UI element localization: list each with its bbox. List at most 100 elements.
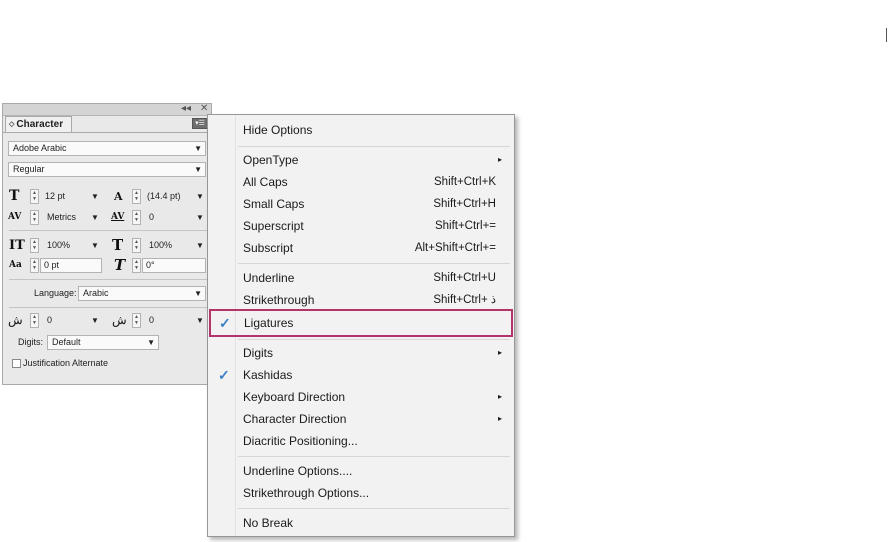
arabic-field-1[interactable]: 0 <box>47 313 52 328</box>
language-select[interactable]: Arabic ▼ <box>78 286 206 301</box>
kerning-field[interactable]: Metrics <box>47 210 76 225</box>
skew-icon: T <box>114 256 126 274</box>
kerning-stepper[interactable]: ▲ ▼ <box>30 210 39 225</box>
font-size-icon: T <box>9 188 20 204</box>
menu-item-character-direction[interactable]: Character Direction ▸ <box>208 408 514 430</box>
baseline-shift-stepper[interactable]: ▲ ▼ <box>30 258 39 273</box>
horizontal-scale-stepper[interactable]: ▲ ▼ <box>132 238 141 253</box>
divider <box>9 230 207 231</box>
skew-field[interactable]: 0° <box>142 258 206 273</box>
menu-item-all-caps[interactable]: All Caps Shift+Ctrl+K <box>208 171 514 193</box>
arabic-stepper-2[interactable]: ▲ ▼ <box>132 313 141 328</box>
chevron-down-icon[interactable]: ▼ <box>196 238 204 253</box>
divider <box>9 307 207 308</box>
justification-alternate-checkbox[interactable] <box>12 359 21 368</box>
skew-stepper[interactable]: ▲ ▼ <box>132 258 141 273</box>
font-style-select[interactable]: Regular ▼ <box>8 162 206 177</box>
panel-title-bar: ◂◂ ✕ <box>3 102 211 116</box>
leading-stepper[interactable]: ▲ ▼ <box>132 189 141 204</box>
menu-separator <box>238 508 510 509</box>
arabic-spacing-icon: ش <box>8 313 23 327</box>
menu-separator <box>238 339 510 340</box>
tab-character[interactable]: ◇ Character <box>5 116 72 133</box>
chevron-down-icon[interactable]: ▼ <box>196 210 204 225</box>
page-edge-line <box>886 28 887 42</box>
font-size-field[interactable]: 12 pt <box>45 189 65 204</box>
menu-item-subscript[interactable]: Subscript Alt+Shift+Ctrl+= <box>208 237 514 259</box>
digits-value: Default <box>52 337 81 347</box>
panel-flyout-menu: Hide Options OpenType ▸ All Caps Shift+C… <box>207 114 515 537</box>
chevron-down-icon: ▼ <box>194 144 202 153</box>
menu-shortcut: Shift+Ctrl+K <box>434 176 496 188</box>
divider <box>9 279 207 280</box>
arabic-kashida-icon: ش <box>112 313 127 327</box>
menu-item-underline-options[interactable]: Underline Options.... <box>208 460 514 482</box>
menu-item-keyboard-direction[interactable]: Keyboard Direction ▸ <box>208 386 514 408</box>
checkmark-icon: ✓ <box>218 367 230 383</box>
chevron-down-icon[interactable]: ▼ <box>91 189 99 204</box>
leading-field[interactable]: (14.4 pt) <box>147 189 181 204</box>
chevron-down-icon: ▼ <box>147 338 155 347</box>
digits-select[interactable]: Default ▼ <box>47 335 159 350</box>
baseline-shift-icon: Aa <box>9 260 22 270</box>
submenu-arrow-icon: ▸ <box>497 155 502 164</box>
menu-item-strikethrough-options[interactable]: Strikethrough Options... <box>208 482 514 504</box>
font-family-value: Adobe Arabic <box>13 143 67 153</box>
chevron-down-icon: ▼ <box>194 289 202 298</box>
menu-item-superscript[interactable]: Superscript Shift+Ctrl+= <box>208 215 514 237</box>
chevron-down-icon[interactable]: ▼ <box>196 313 204 328</box>
submenu-arrow-icon: ▸ <box>497 392 502 401</box>
menu-item-diacritic-positioning[interactable]: Diacritic Positioning... <box>208 430 514 452</box>
chevron-down-icon[interactable]: ▼ <box>91 238 99 253</box>
menu-item-underline[interactable]: Underline Shift+Ctrl+U <box>208 267 514 289</box>
vertical-scale-field[interactable]: 100% <box>47 238 70 253</box>
menu-shortcut: Alt+Shift+Ctrl+= <box>414 242 496 254</box>
tracking-icon: AV <box>111 212 125 222</box>
checkmark-icon: ✓ <box>219 315 231 331</box>
vertical-scale-icon: IT <box>9 238 25 253</box>
character-panel: ◂◂ ✕ ◇ Character ▾☰ Adobe Arabic ▼ Regula… <box>2 103 212 385</box>
collapse-panel-icon[interactable]: ◂◂ <box>181 102 191 116</box>
arabic-field-2[interactable]: 0 <box>149 313 154 328</box>
leading-icon: A <box>114 190 123 203</box>
menu-shortcut: Shift+Ctrl+H <box>433 198 496 210</box>
tab-character-label: Character <box>16 119 64 130</box>
menu-shortcut: Shift+Ctrl+U <box>433 272 496 284</box>
font-style-value: Regular <box>13 164 45 174</box>
tracking-stepper[interactable]: ▲ ▼ <box>132 210 141 225</box>
menu-separator <box>238 146 510 147</box>
panel-menu-button[interactable]: ▾☰ <box>192 118 208 129</box>
chevron-down-icon: ▼ <box>194 165 202 174</box>
arabic-stepper-1[interactable]: ▲ ▼ <box>30 313 39 328</box>
menu-item-small-caps[interactable]: Small Caps Shift+Ctrl+H <box>208 193 514 215</box>
menu-item-opentype[interactable]: OpenType ▸ <box>208 149 514 171</box>
language-value: Arabic <box>83 288 109 298</box>
submenu-arrow-icon: ▸ <box>497 348 502 357</box>
menu-item-kashidas[interactable]: ✓ Kashidas <box>208 364 514 386</box>
font-size-stepper[interactable]: ▲ ▼ <box>30 189 39 204</box>
justification-alternate-label: Justification Alternate <box>23 358 109 368</box>
menu-item-hide-options[interactable]: Hide Options <box>208 119 514 141</box>
language-label: Language: <box>34 288 77 298</box>
horizontal-scale-icon: T <box>112 236 124 254</box>
menu-item-digits[interactable]: Digits ▸ <box>208 342 514 364</box>
menu-shortcut: Shift+Ctrl+ ذ <box>433 294 496 306</box>
tab-arrows-icon: ◇ <box>9 121 15 128</box>
chevron-down-icon[interactable]: ▼ <box>91 210 99 225</box>
baseline-shift-field[interactable]: 0 pt <box>40 258 102 273</box>
horizontal-scale-field[interactable]: 100% <box>149 238 172 253</box>
panel-body: Adobe Arabic ▼ Regular ▼ T ▲ ▼ 12 pt ▼ A … <box>3 132 211 384</box>
submenu-arrow-icon: ▸ <box>497 414 502 423</box>
chevron-down-icon[interactable]: ▼ <box>196 189 204 204</box>
menu-item-no-break[interactable]: No Break <box>208 512 514 534</box>
menu-shortcut: Shift+Ctrl+= <box>434 220 496 232</box>
digits-label: Digits: <box>18 337 44 347</box>
menu-item-ligatures[interactable]: ✓ Ligatures <box>209 309 513 337</box>
font-family-select[interactable]: Adobe Arabic ▼ <box>8 141 206 156</box>
vertical-scale-stepper[interactable]: ▲ ▼ <box>30 238 39 253</box>
menu-separator <box>238 456 510 457</box>
chevron-down-icon[interactable]: ▼ <box>91 313 99 328</box>
tracking-field[interactable]: 0 <box>149 210 154 225</box>
menu-item-strikethrough[interactable]: Strikethrough Shift+Ctrl+ ذ <box>208 289 514 311</box>
menu-separator <box>238 263 510 264</box>
